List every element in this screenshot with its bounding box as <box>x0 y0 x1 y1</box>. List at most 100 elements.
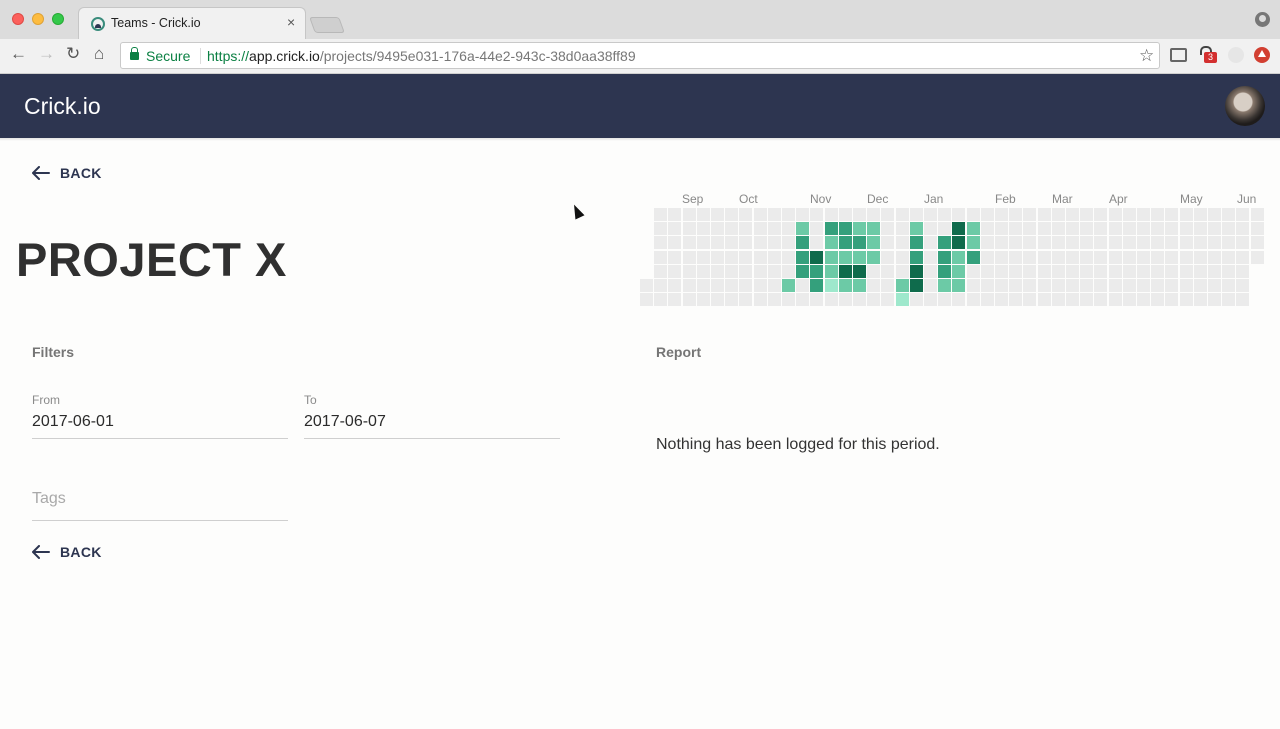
heatmap-cell[interactable] <box>881 250 895 264</box>
heatmap-cell[interactable] <box>782 222 795 236</box>
heatmap-cell[interactable] <box>1165 264 1179 278</box>
heatmap-cell[interactable] <box>1009 279 1023 292</box>
heatmap-cell[interactable] <box>668 264 682 278</box>
heatmap-cell[interactable] <box>696 222 710 236</box>
heatmap-cell[interactable] <box>1208 264 1221 278</box>
heatmap-cell[interactable] <box>753 208 767 221</box>
heatmap-cell[interactable] <box>654 279 668 292</box>
heatmap-cell[interactable] <box>796 208 810 221</box>
heatmap-cell[interactable] <box>1193 250 1207 264</box>
heatmap-cell[interactable] <box>1222 293 1236 307</box>
heatmap-cell[interactable] <box>1250 208 1264 221</box>
heatmap-cell[interactable] <box>739 208 753 221</box>
heatmap-cell[interactable] <box>796 279 810 292</box>
extension-badge-icon[interactable]: 3 <box>1200 46 1218 64</box>
heatmap-cell[interactable] <box>796 293 810 307</box>
heatmap-cell[interactable] <box>909 279 923 292</box>
heatmap-cell[interactable] <box>1037 208 1051 221</box>
heatmap-cell[interactable] <box>1094 236 1108 250</box>
heatmap-cell[interactable] <box>881 279 895 292</box>
heatmap-cell[interactable] <box>1051 222 1065 236</box>
heatmap-cell[interactable] <box>1193 222 1207 236</box>
heatmap-cell[interactable] <box>725 293 739 307</box>
heatmap-cell[interactable] <box>1094 208 1108 221</box>
to-date-input[interactable] <box>304 413 560 431</box>
heatmap-cell[interactable] <box>668 236 682 250</box>
heatmap-cell[interactable] <box>1236 222 1250 236</box>
heatmap-cell[interactable] <box>1222 250 1236 264</box>
heatmap-cell[interactable] <box>767 222 781 236</box>
heatmap-cell[interactable] <box>696 279 710 292</box>
heatmap-cell[interactable] <box>1009 222 1023 236</box>
user-avatar[interactable] <box>1225 86 1265 126</box>
heatmap-cell[interactable] <box>1208 279 1221 292</box>
heatmap-cell[interactable] <box>1208 250 1221 264</box>
heatmap-cell[interactable] <box>767 208 781 221</box>
heatmap-cell[interactable] <box>1179 208 1193 221</box>
tags-input[interactable] <box>32 490 288 508</box>
heatmap-cell[interactable] <box>824 236 838 250</box>
heatmap-cell[interactable] <box>696 293 710 307</box>
heatmap-cell[interactable] <box>1080 236 1094 250</box>
heatmap-cell[interactable] <box>711 264 724 278</box>
heatmap-cell[interactable] <box>1066 250 1079 264</box>
heatmap-cell[interactable] <box>1193 279 1207 292</box>
heatmap-cell[interactable] <box>867 222 881 236</box>
heatmap-cell[interactable] <box>782 264 795 278</box>
heatmap-cell[interactable] <box>767 236 781 250</box>
heatmap-cell[interactable] <box>966 293 980 307</box>
cast-icon[interactable] <box>1170 48 1187 62</box>
heatmap-cell[interactable] <box>1236 293 1250 307</box>
heatmap-cell[interactable] <box>682 264 696 278</box>
heatmap-cell[interactable] <box>1080 293 1094 307</box>
heatmap-cell[interactable] <box>952 208 966 221</box>
heatmap-cell[interactable] <box>867 293 881 307</box>
back-nav-icon[interactable]: ← <box>10 45 27 63</box>
heatmap-cell[interactable] <box>1051 293 1065 307</box>
heatmap-cell[interactable] <box>1222 279 1236 292</box>
heatmap-cell[interactable] <box>654 208 668 221</box>
heatmap-cell[interactable] <box>767 279 781 292</box>
heatmap-cell[interactable] <box>838 208 852 221</box>
heatmap-cell[interactable] <box>810 264 824 278</box>
heatmap-cell[interactable] <box>1108 264 1122 278</box>
heatmap-cell[interactable] <box>810 222 824 236</box>
heatmap-cell[interactable] <box>1165 208 1179 221</box>
heatmap-cell[interactable] <box>767 264 781 278</box>
heatmap-cell[interactable] <box>682 222 696 236</box>
heatmap-cell[interactable] <box>966 250 980 264</box>
heatmap-cell[interactable] <box>980 250 994 264</box>
heatmap-cell[interactable] <box>1236 236 1250 250</box>
heatmap-cell[interactable] <box>711 293 724 307</box>
heatmap-cell[interactable] <box>909 250 923 264</box>
heatmap-cell[interactable] <box>682 250 696 264</box>
heatmap-cell[interactable] <box>696 264 710 278</box>
heatmap-cell[interactable] <box>1165 222 1179 236</box>
heatmap-cell[interactable] <box>838 279 852 292</box>
heatmap-cell[interactable] <box>1122 250 1136 264</box>
heatmap-cell[interactable] <box>966 208 980 221</box>
heatmap-cell[interactable] <box>895 222 909 236</box>
heatmap-cell[interactable] <box>853 236 866 250</box>
heatmap-cell[interactable] <box>1094 264 1108 278</box>
heatmap-cell[interactable] <box>1151 250 1165 264</box>
heatmap-cell[interactable] <box>1037 222 1051 236</box>
heatmap-cell[interactable] <box>909 208 923 221</box>
heatmap-cell[interactable] <box>867 279 881 292</box>
heatmap-cell[interactable] <box>995 279 1008 292</box>
heatmap-cell[interactable] <box>1151 264 1165 278</box>
maximize-window-button[interactable] <box>52 13 64 25</box>
heatmap-cell[interactable] <box>909 293 923 307</box>
heatmap-cell[interactable] <box>1179 250 1193 264</box>
heatmap-cell[interactable] <box>1066 279 1079 292</box>
from-date-input[interactable] <box>32 413 288 431</box>
heatmap-cell[interactable] <box>1222 264 1236 278</box>
heatmap-cell[interactable] <box>654 264 668 278</box>
heatmap-cell[interactable] <box>654 250 668 264</box>
heatmap-cell[interactable] <box>924 208 937 221</box>
heatmap-cell[interactable] <box>796 222 810 236</box>
heatmap-cell[interactable] <box>1037 236 1051 250</box>
heatmap-cell[interactable] <box>682 293 696 307</box>
back-button-top[interactable]: BACK <box>32 165 102 181</box>
heatmap-cell[interactable] <box>824 208 838 221</box>
